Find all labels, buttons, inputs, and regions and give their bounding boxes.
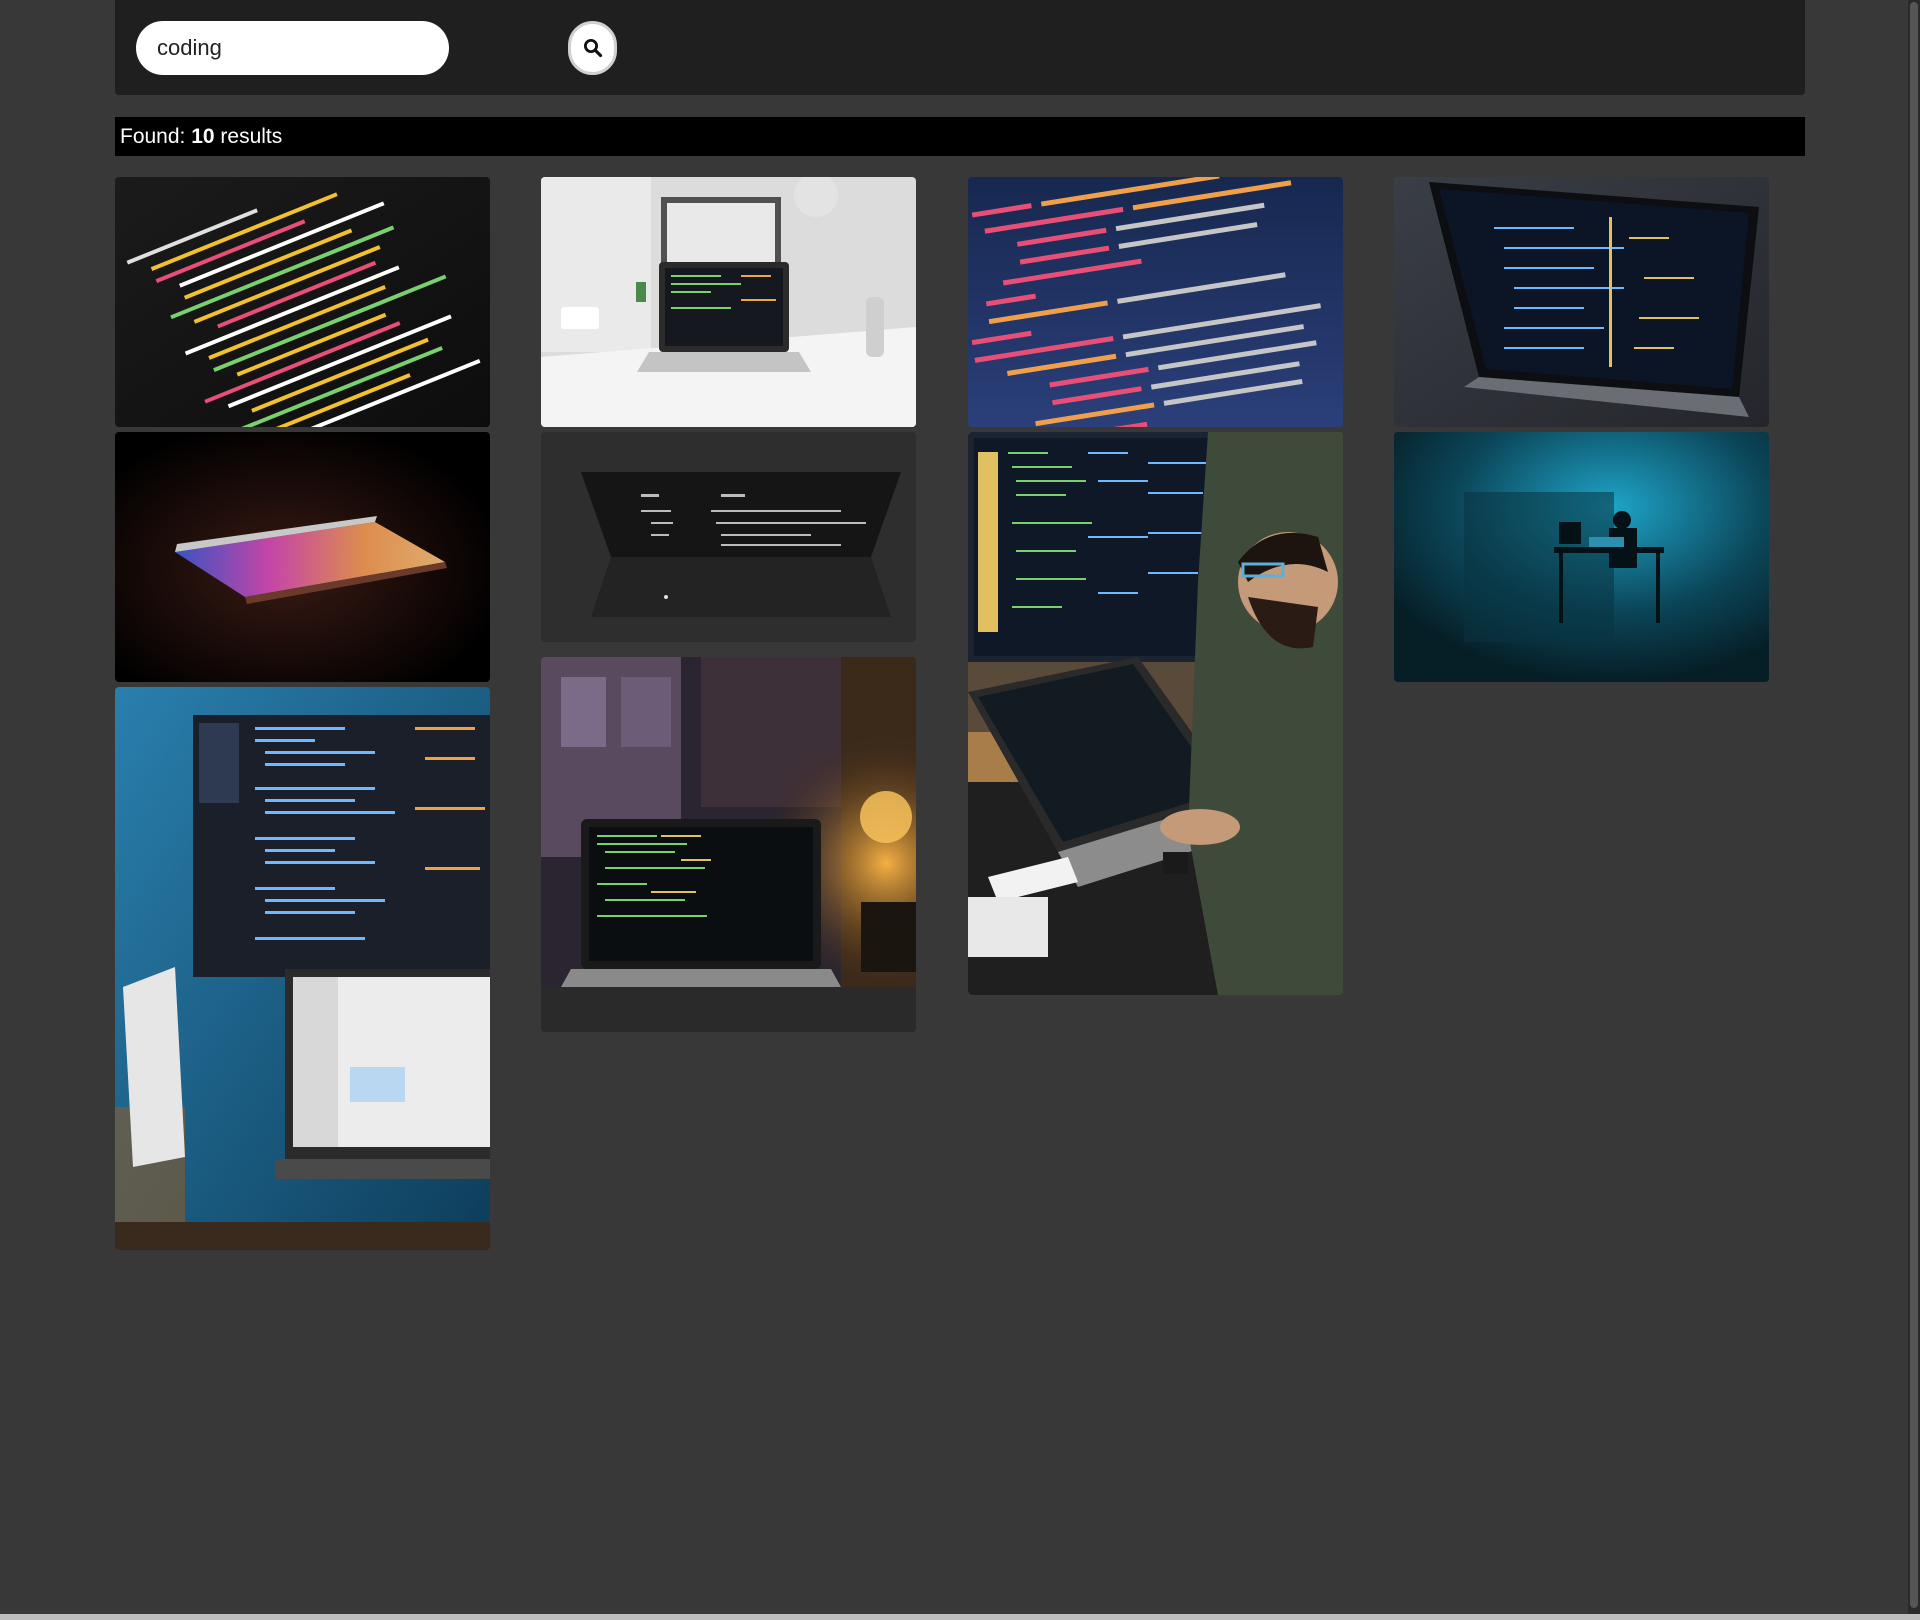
vertical-scrollbar[interactable] bbox=[1908, 0, 1920, 1614]
image-card-10[interactable] bbox=[541, 657, 916, 1032]
image-card-2[interactable] bbox=[541, 177, 916, 427]
results-suffix: results bbox=[214, 125, 283, 148]
search-button[interactable] bbox=[568, 21, 617, 75]
horizontal-scrollbar[interactable] bbox=[0, 1614, 1920, 1620]
search-icon bbox=[583, 39, 602, 58]
image-laptop-window-lamp bbox=[541, 657, 916, 1032]
image-svg-markup-code bbox=[968, 177, 1343, 427]
image-teal-room bbox=[1394, 432, 1769, 682]
results-prefix: Found: bbox=[120, 125, 192, 148]
image-card-1[interactable] bbox=[115, 177, 490, 427]
results-count-bar: Found: 10 results bbox=[115, 117, 1805, 156]
scrollbar-thumb[interactable] bbox=[1910, 2, 1918, 1608]
image-card-4[interactable] bbox=[1394, 177, 1769, 427]
image-card-3[interactable] bbox=[968, 177, 1343, 427]
image-card-6[interactable] bbox=[541, 432, 916, 642]
image-laptop-dark-room bbox=[1394, 177, 1769, 427]
image-editor-blue-wall bbox=[115, 687, 490, 1250]
image-card-8[interactable] bbox=[1394, 432, 1769, 682]
search-input[interactable] bbox=[136, 21, 449, 75]
image-man-coding bbox=[968, 432, 1343, 995]
image-glowing-laptop bbox=[115, 432, 490, 682]
page: Found: 10 results bbox=[0, 0, 1920, 1620]
image-laptop-white-desk bbox=[541, 177, 916, 427]
image-card-5[interactable] bbox=[115, 432, 490, 682]
image-monochrome-laptop bbox=[541, 432, 916, 642]
image-card-7[interactable] bbox=[968, 432, 1343, 995]
search-header bbox=[115, 0, 1805, 95]
results-count: 10 bbox=[191, 125, 215, 148]
image-code-angled bbox=[115, 177, 490, 427]
image-card-9[interactable] bbox=[115, 687, 490, 1250]
